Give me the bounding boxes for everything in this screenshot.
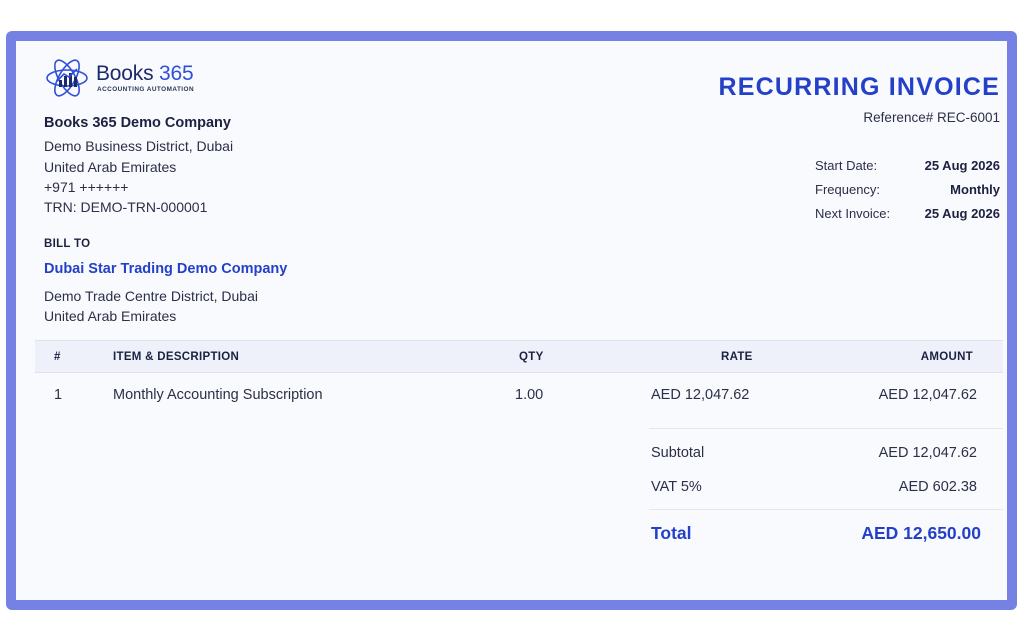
start-date-value: 25 Aug 2026 [924,158,1000,173]
col-amount-header: AMOUNT [920,351,973,363]
total-value: AED 12,650.00 [861,523,981,543]
row-amount: AED 12,047.62 [878,387,977,403]
vat-label: VAT 5% [651,479,702,495]
atom-chart-logo-icon [46,59,88,97]
client-country: United Arab Emirates [44,308,177,324]
total-label: Total [651,523,692,543]
subtotal-value: AED 12,047.62 [878,445,977,461]
row-rate: AED 12,047.62 [651,387,750,403]
client-address-line: Demo Trade Centre District, Dubai [44,288,258,304]
row-qty: 1.00 [515,387,544,403]
col-rate-header: RATE [721,351,753,363]
document-title: RECURRING INVOICE [718,73,1000,101]
total-divider [649,509,1003,510]
start-date-label: Start Date: [815,158,878,173]
reference-number: Reference# REC-6001 [863,110,1000,125]
bill-to-label: BILL TO [44,238,91,250]
brand-tagline: ACCOUNTING AUTOMATION [97,86,195,93]
table-header: # ITEM & DESCRIPTION QTY RATE AMOUNT [35,340,1003,373]
client-name: Dubai Star Trading Demo Company [44,261,288,277]
company-name: Books 365 Demo Company [44,115,231,131]
col-qty-header: QTY [519,351,544,363]
subtotal-label: Subtotal [651,445,705,461]
vat-value: AED 602.38 [898,479,977,495]
company-address-line: Demo Business District, Dubai [44,138,234,154]
next-invoice-label: Next Invoice: [815,206,891,221]
row-item: Monthly Accounting Subscription [113,387,323,403]
next-invoice-value: 25 Aug 2026 [924,206,1000,221]
frequency-value: Monthly [950,182,1000,197]
company-trn: TRN: DEMO-TRN-000001 [44,199,208,215]
row-number: 1 [54,387,63,403]
col-number-header: # [54,351,61,363]
company-country: United Arab Emirates [44,159,177,175]
brand-logo: Books 365 ACCOUNTING AUTOMATION [44,56,214,100]
col-item-header: ITEM & DESCRIPTION [113,351,240,363]
frequency-label: Frequency: [815,182,881,197]
company-phone: +971 ++++++ [44,179,129,195]
summary-divider [649,428,1003,429]
brand-name: Books 365 [96,62,194,85]
